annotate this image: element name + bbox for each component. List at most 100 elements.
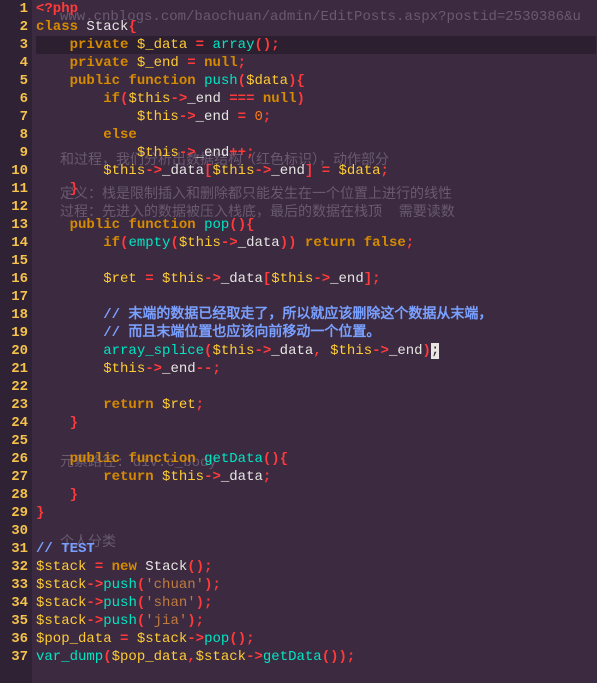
token-punc: ( (229, 631, 237, 647)
token-str: 'jia' (145, 613, 187, 629)
token-tag: <?php (36, 1, 78, 17)
line-number: 33 (0, 576, 32, 594)
token-kw: function (128, 217, 195, 233)
token-white: Stack (145, 559, 187, 575)
token-kw: function (128, 73, 195, 89)
code-line[interactable]: private $_data = array(); (36, 36, 596, 54)
token-var: $stack (137, 631, 187, 647)
code-line[interactable] (36, 288, 596, 306)
line-number: 19 (0, 324, 32, 342)
line-number: 7 (0, 108, 32, 126)
code-line[interactable]: $stack->push('jia'); (36, 612, 596, 630)
code-line[interactable]: $this->_end = 0; (36, 108, 596, 126)
token-punc: ; (271, 37, 279, 53)
code-line[interactable]: $pop_data = $stack->pop(); (36, 630, 596, 648)
token-punc: ) (423, 343, 431, 359)
code-line[interactable]: // TEST (36, 540, 596, 558)
token-str: 'shan' (145, 595, 195, 611)
code-line[interactable]: public function getData(){ (36, 450, 596, 468)
code-line[interactable]: class Stack{ (36, 18, 596, 36)
line-number: 22 (0, 378, 32, 396)
code-line[interactable]: var_dump($pop_data,$stack->getData()); (36, 648, 596, 666)
token-prop: _end (196, 145, 230, 161)
token-punc: { (297, 73, 305, 89)
token-punc: { (246, 217, 254, 233)
token-var: $this (103, 361, 145, 377)
code-line[interactable]: $stack = new Stack(); (36, 558, 596, 576)
token-var: $this (212, 343, 254, 359)
token-var: $stack (36, 559, 86, 575)
token-punc: } (70, 487, 78, 503)
token-kw: return (103, 397, 153, 413)
token-kw: if (103, 91, 120, 107)
code-line[interactable]: <?php (36, 0, 596, 18)
token-punc: ; (406, 235, 414, 251)
token-punc: { (128, 19, 136, 35)
code-line[interactable]: $this->_data[$this->_end] = $data; (36, 162, 596, 180)
token-op: = (95, 559, 103, 575)
line-number: 24 (0, 414, 32, 432)
line-number: 32 (0, 558, 32, 576)
token-arrow: -> (145, 163, 162, 179)
code-line[interactable]: $stack->push('shan'); (36, 594, 596, 612)
line-number: 12 (0, 198, 32, 216)
code-editor[interactable]: www.cnblogs.com/baochuan/admin/EditPosts… (0, 0, 597, 683)
token-func: var_dump (36, 649, 103, 665)
token-arrow: -> (170, 91, 187, 107)
token-punc: ( (229, 217, 237, 233)
code-line[interactable]: $this->_end--; (36, 360, 596, 378)
token-brack: ] (305, 163, 313, 179)
token-punc: ( (238, 73, 246, 89)
token-prop: _data (238, 235, 280, 251)
token-punc: ( (170, 235, 178, 251)
token-punc: ( (137, 577, 145, 593)
code-line[interactable] (36, 198, 596, 216)
code-line[interactable]: return $ret; (36, 396, 596, 414)
code-line[interactable] (36, 378, 596, 396)
token-arrow: -> (179, 109, 196, 125)
token-punc: ; (238, 55, 246, 71)
code-line[interactable] (36, 252, 596, 270)
token-var: $this (162, 469, 204, 485)
line-number: 1 (0, 0, 32, 18)
code-line[interactable]: public function pop(){ (36, 216, 596, 234)
code-line[interactable]: $ret = $this->_data[$this->_end]; (36, 270, 596, 288)
code-line[interactable]: if($this->_end === null) (36, 90, 596, 108)
code-area[interactable]: <?phpclass Stack{ private $_data = array… (36, 0, 596, 666)
code-line[interactable] (36, 522, 596, 540)
code-line[interactable]: return $this->_data; (36, 468, 596, 486)
token-var: $ret (162, 397, 196, 413)
token-punc: ) (297, 91, 305, 107)
token-kw: private (70, 37, 129, 53)
code-line[interactable]: $this->_end++; (36, 144, 596, 162)
token-punc: ) (271, 451, 279, 467)
token-punc: ) (280, 235, 288, 251)
line-number: 18 (0, 306, 32, 324)
token-func: getData (204, 451, 263, 467)
code-line[interactable]: else (36, 126, 596, 144)
token-prop: _end (187, 91, 221, 107)
code-line[interactable]: public function push($data){ (36, 72, 596, 90)
code-line[interactable]: array_splice($this->_data, $this->_end); (36, 342, 596, 360)
code-line[interactable]: } (36, 414, 596, 432)
line-number: 13 (0, 216, 32, 234)
code-line[interactable]: } (36, 180, 596, 198)
token-punc: } (70, 415, 78, 431)
token-func: pop (204, 217, 229, 233)
token-arrow: -> (86, 613, 103, 629)
token-func: empty (128, 235, 170, 251)
code-line[interactable]: } (36, 504, 596, 522)
code-line[interactable]: private $_end = null; (36, 54, 596, 72)
code-line[interactable] (36, 432, 596, 450)
line-number: 26 (0, 450, 32, 468)
code-line[interactable]: $stack->push('chuan'); (36, 576, 596, 594)
line-number: 15 (0, 252, 32, 270)
line-number: 23 (0, 396, 32, 414)
token-arrow: -> (145, 361, 162, 377)
code-line[interactable]: } (36, 486, 596, 504)
code-line[interactable]: // 而且末端位置也应该向前移动一个位置。 (36, 324, 596, 342)
token-arrow: -> (204, 469, 221, 485)
code-line[interactable]: // 末端的数据已经取走了，所以就应该删除这个数据从末端， (36, 306, 596, 324)
token-punc: ( (254, 37, 262, 53)
code-line[interactable]: if(empty($this->_data)) return false; (36, 234, 596, 252)
